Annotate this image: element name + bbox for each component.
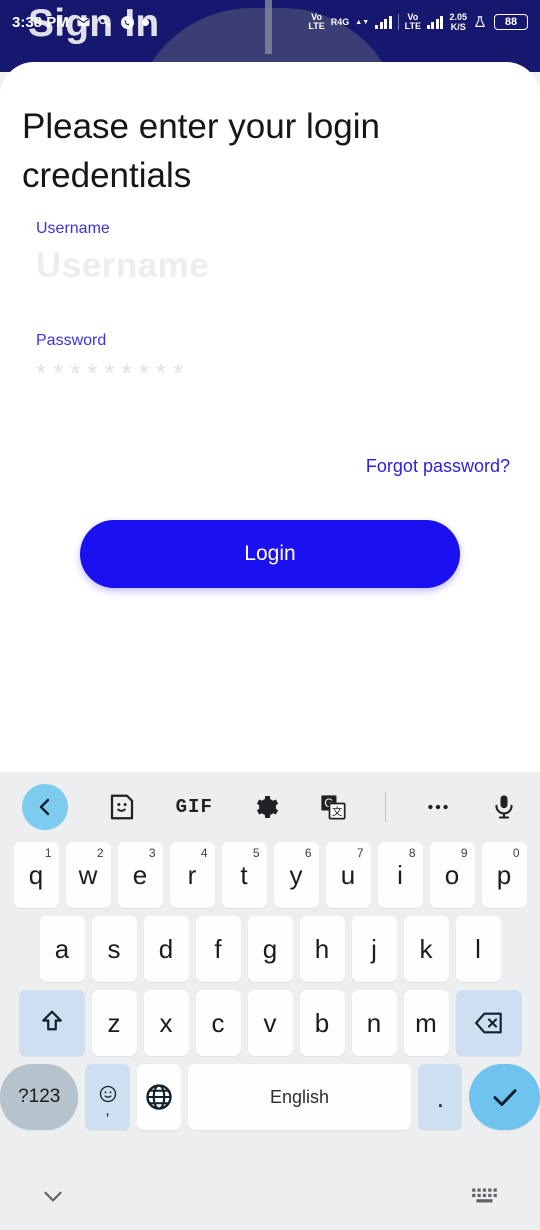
globe-icon[interactable] xyxy=(136,1064,181,1130)
key-y[interactable]: 6y xyxy=(273,842,319,908)
key-x[interactable]: x xyxy=(143,990,189,1056)
username-field-group: Username Username xyxy=(36,220,506,292)
comma-label: , xyxy=(105,1101,110,1119)
key-c[interactable]: c xyxy=(195,990,241,1056)
key-m[interactable]: m xyxy=(403,990,449,1056)
chevron-down-icon[interactable] xyxy=(40,1183,66,1209)
signal-bars-2 xyxy=(426,15,444,29)
login-button[interactable]: Login xyxy=(80,520,460,588)
space-key[interactable]: English xyxy=(187,1064,412,1130)
status-divider xyxy=(397,14,399,30)
username-input[interactable]: Username xyxy=(36,246,506,292)
key-icon xyxy=(98,15,113,30)
more-options-icon[interactable] xyxy=(425,794,451,820)
back-chevron-icon[interactable] xyxy=(22,784,68,830)
dot-indicator xyxy=(141,18,149,26)
key-h[interactable]: h xyxy=(299,916,345,982)
forgot-password-link[interactable]: Forgot password? xyxy=(366,456,510,477)
toolbar-divider xyxy=(385,792,387,822)
key-n[interactable]: n xyxy=(351,990,397,1056)
key-p[interactable]: 0p xyxy=(481,842,527,908)
key-d[interactable]: d xyxy=(143,916,189,982)
network-type-label: R4G xyxy=(330,16,350,27)
keyboard-icon[interactable] xyxy=(470,1185,500,1207)
gif-icon[interactable]: GIF xyxy=(176,796,213,818)
keyboard-toolbar: GIF G文 xyxy=(0,772,540,842)
period-key[interactable]: . xyxy=(418,1064,463,1130)
status-bar-right: Vo LTE R4G ▲▼ Vo LTE 2.05 K/S 88 xyxy=(308,12,528,32)
google-translate-icon[interactable]: G文 xyxy=(319,793,347,821)
microphone-icon[interactable] xyxy=(490,793,518,821)
key-i[interactable]: 8i xyxy=(377,842,423,908)
password-label: Password xyxy=(36,332,107,349)
key-u[interactable]: 7u xyxy=(325,842,371,908)
password-field-group: Password ********* xyxy=(36,332,506,404)
enter-key[interactable] xyxy=(469,1064,540,1130)
key-a[interactable]: a xyxy=(39,916,85,982)
username-label: Username xyxy=(36,220,110,237)
key-t[interactable]: 5t xyxy=(221,842,267,908)
key-w[interactable]: 2w xyxy=(65,842,111,908)
symbols-key[interactable]: ?123 xyxy=(0,1064,79,1130)
key-g[interactable]: g xyxy=(247,916,293,982)
keyboard-row-3: z x c v b n m xyxy=(0,990,540,1056)
key-v[interactable]: v xyxy=(247,990,293,1056)
shift-icon[interactable] xyxy=(18,990,85,1056)
key-f[interactable]: f xyxy=(195,916,241,982)
key-l[interactable]: l xyxy=(455,916,501,982)
gear-icon[interactable] xyxy=(252,793,280,821)
virtual-keyboard: GIF G文 1q 2w 3e 4r 5t xyxy=(0,772,540,1162)
phone-icon xyxy=(120,15,135,30)
volte-indicator-1: Vo LTE xyxy=(308,12,325,31)
battery-indicator: 88 xyxy=(494,14,528,30)
keyboard-row-4: ?123 , English . xyxy=(0,1064,540,1130)
key-o[interactable]: 9o xyxy=(429,842,475,908)
key-k[interactable]: k xyxy=(403,916,449,982)
svg-text:文: 文 xyxy=(331,805,342,818)
login-card: Please enter your login credentials User… xyxy=(0,62,540,772)
volte-indicator-2: Vo LTE xyxy=(404,12,421,31)
signal-bars-1 xyxy=(375,15,392,29)
key-b[interactable]: b xyxy=(299,990,345,1056)
form-heading: Please enter your login credentials xyxy=(22,107,380,195)
status-bar-left: 3:38 PM xyxy=(12,14,149,31)
mobile-screen: Sign In 3:38 PM Vo LTE R4G ▲▼ Vo LTE 2.0… xyxy=(0,0,540,1230)
flask-icon xyxy=(473,15,488,30)
status-clock: 3:38 PM xyxy=(12,13,69,31)
key-q[interactable]: 1q xyxy=(13,842,59,908)
keyboard-row-1: 1q 2w 3e 4r 5t 6y 7u 8i 9o 0p xyxy=(0,842,540,908)
key-e[interactable]: 3e xyxy=(117,842,163,908)
data-speed-indicator: 2.05 K/S xyxy=(449,12,467,32)
key-j[interactable]: j xyxy=(351,916,397,982)
message-icon xyxy=(76,15,91,30)
keyboard-row-2: a s d f g h j k l xyxy=(0,916,540,982)
status-bar: 3:38 PM Vo LTE R4G ▲▼ Vo LTE 2.05 K/S 88 xyxy=(0,0,540,44)
emoji-comma-key[interactable]: , xyxy=(85,1064,130,1130)
backspace-icon[interactable] xyxy=(455,990,522,1056)
password-input[interactable]: ********* xyxy=(36,358,506,404)
key-s[interactable]: s xyxy=(91,916,137,982)
navigation-bar xyxy=(0,1162,540,1230)
data-arrows-icon: ▲▼ xyxy=(355,18,370,26)
key-r[interactable]: 4r xyxy=(169,842,215,908)
key-z[interactable]: z xyxy=(91,990,137,1056)
sticker-icon[interactable] xyxy=(107,792,137,822)
